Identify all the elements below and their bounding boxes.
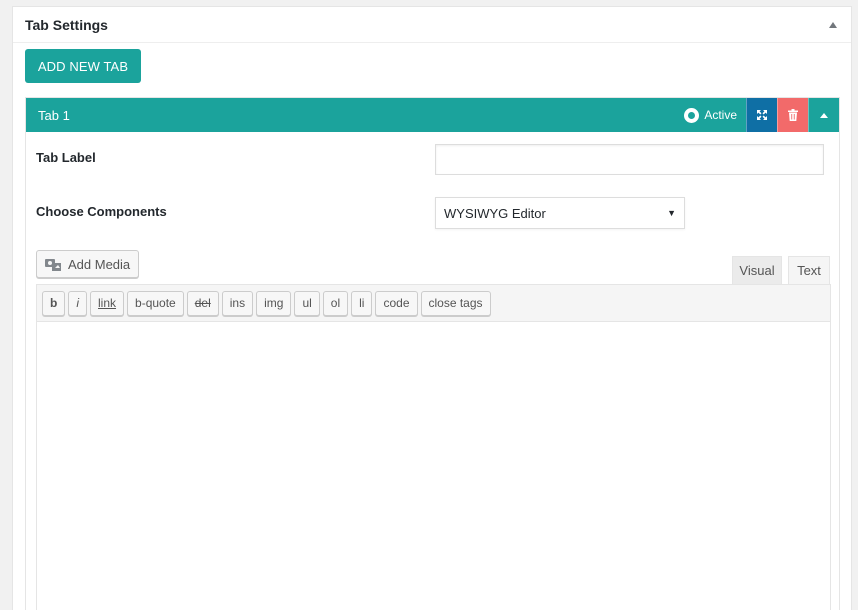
tab-visual[interactable]: Visual	[732, 256, 782, 284]
quicktags-toolbar: b i link b-quote del ins img ul ol li co…	[36, 284, 831, 322]
qt-del-button[interactable]: del	[186, 290, 219, 316]
media-camera-icon	[45, 257, 62, 272]
trash-icon	[788, 109, 798, 121]
expand-arrows-icon	[757, 110, 767, 120]
tab-title: Tab 1	[38, 107, 70, 123]
add-media-button[interactable]: Add Media	[36, 250, 139, 278]
chevron-up-icon	[820, 112, 828, 118]
qt-img-button[interactable]: img	[256, 290, 292, 316]
qt-link-button[interactable]: link	[90, 290, 125, 316]
delete-tab-button[interactable]	[777, 98, 808, 132]
add-media-label: Add Media	[68, 256, 131, 272]
qt-ul-button[interactable]: ul	[294, 290, 320, 316]
tab-text[interactable]: Text	[788, 256, 830, 284]
tab-settings-postbox: Tab Settings ADD NEW TAB Tab 1 Active Ta…	[12, 6, 852, 610]
active-toggle[interactable]: Active	[684, 107, 737, 123]
caret-down-icon: ▼	[667, 208, 676, 218]
qt-italic-button[interactable]: i	[68, 290, 88, 316]
tab-header[interactable]: Tab 1 Active	[26, 98, 839, 132]
triangle-up-icon[interactable]	[829, 21, 837, 28]
components-select[interactable]: WYSIWYG Editor ▼	[435, 197, 685, 229]
active-label: Active	[704, 108, 737, 122]
collapse-tab-button[interactable]	[808, 98, 839, 132]
tab-label-title: Tab Label	[36, 150, 96, 165]
qt-bquote-button[interactable]: b-quote	[127, 290, 184, 316]
qt-li-button[interactable]: li	[351, 290, 373, 316]
components-select-value: WYSIWYG Editor	[444, 205, 546, 221]
qt-close-tags-button[interactable]: close tags	[420, 290, 491, 316]
expand-button[interactable]	[746, 98, 777, 132]
tab-panel: Tab 1 Active Tab Label Choose Components…	[25, 97, 840, 610]
qt-code-button[interactable]: code	[375, 290, 418, 316]
qt-ol-button[interactable]: ol	[322, 290, 349, 316]
add-new-tab-button[interactable]: ADD NEW TAB	[25, 49, 141, 83]
qt-bold-button[interactable]: b	[42, 290, 66, 316]
choose-components-title: Choose Components	[36, 204, 167, 219]
radio-icon	[684, 107, 700, 123]
postbox-header: Tab Settings	[13, 7, 851, 43]
tab-label-input[interactable]	[435, 144, 824, 175]
qt-ins-button[interactable]: ins	[221, 290, 254, 316]
postbox-title: Tab Settings	[25, 16, 108, 33]
editor-textarea[interactable]	[36, 322, 831, 610]
